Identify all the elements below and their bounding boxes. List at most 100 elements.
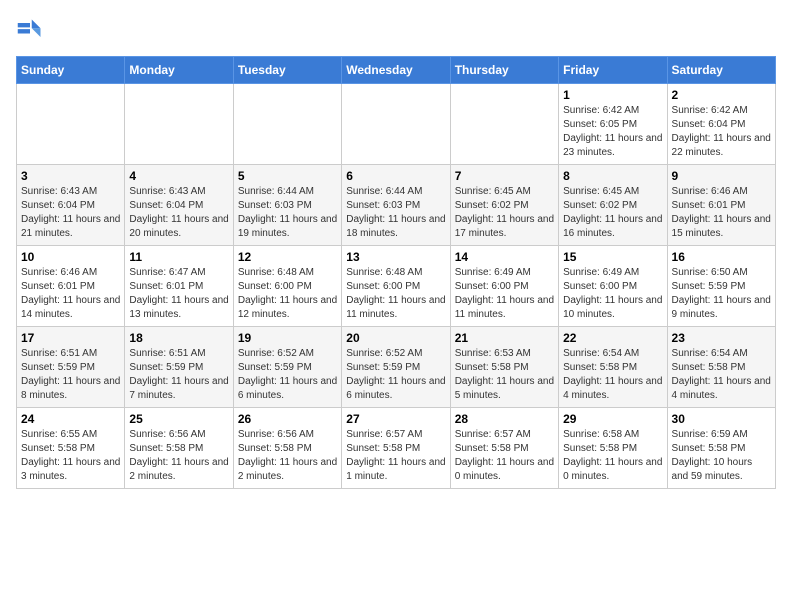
day-of-week-header: Sunday <box>17 57 125 84</box>
day-info: Sunrise: 6:43 AM Sunset: 6:04 PM Dayligh… <box>129 185 228 241</box>
day-number: 14 <box>455 250 554 264</box>
day-info: Sunrise: 6:59 AM Sunset: 5:58 PM Dayligh… <box>672 428 771 484</box>
calendar-cell: 10 Sunrise: 6:46 AM Sunset: 6:01 PM Dayli… <box>17 246 125 327</box>
calendar-cell: 11 Sunrise: 6:47 AM Sunset: 6:01 PM Dayli… <box>125 246 233 327</box>
day-number: 8 <box>563 169 662 183</box>
day-number: 22 <box>563 331 662 345</box>
day-number: 9 <box>672 169 771 183</box>
calendar-cell <box>342 84 450 165</box>
day-number: 15 <box>563 250 662 264</box>
calendar-cell <box>450 84 558 165</box>
day-info: Sunrise: 6:46 AM Sunset: 6:01 PM Dayligh… <box>672 185 771 241</box>
day-info: Sunrise: 6:56 AM Sunset: 5:58 PM Dayligh… <box>238 428 337 484</box>
calendar-cell <box>233 84 341 165</box>
calendar-cell <box>125 84 233 165</box>
calendar-week-row: 1 Sunrise: 6:42 AM Sunset: 6:05 PM Daylig… <box>17 84 776 165</box>
day-number: 20 <box>346 331 445 345</box>
calendar-cell: 4 Sunrise: 6:43 AM Sunset: 6:04 PM Daylig… <box>125 165 233 246</box>
calendar-cell: 1 Sunrise: 6:42 AM Sunset: 6:05 PM Daylig… <box>559 84 667 165</box>
day-info: Sunrise: 6:57 AM Sunset: 5:58 PM Dayligh… <box>455 428 554 484</box>
calendar-cell: 29 Sunrise: 6:58 AM Sunset: 5:58 PM Dayli… <box>559 408 667 489</box>
day-info: Sunrise: 6:52 AM Sunset: 5:59 PM Dayligh… <box>238 347 337 403</box>
day-number: 19 <box>238 331 337 345</box>
calendar-cell: 26 Sunrise: 6:56 AM Sunset: 5:58 PM Dayli… <box>233 408 341 489</box>
day-info: Sunrise: 6:46 AM Sunset: 6:01 PM Dayligh… <box>21 266 120 322</box>
day-info: Sunrise: 6:42 AM Sunset: 6:05 PM Dayligh… <box>563 104 662 160</box>
day-number: 10 <box>21 250 120 264</box>
day-info: Sunrise: 6:53 AM Sunset: 5:58 PM Dayligh… <box>455 347 554 403</box>
calendar-cell: 15 Sunrise: 6:49 AM Sunset: 6:00 PM Dayli… <box>559 246 667 327</box>
day-number: 30 <box>672 412 771 426</box>
day-info: Sunrise: 6:47 AM Sunset: 6:01 PM Dayligh… <box>129 266 228 322</box>
logo <box>16 16 48 44</box>
calendar-cell: 21 Sunrise: 6:53 AM Sunset: 5:58 PM Dayli… <box>450 327 558 408</box>
day-number: 3 <box>21 169 120 183</box>
day-info: Sunrise: 6:42 AM Sunset: 6:04 PM Dayligh… <box>672 104 771 160</box>
day-info: Sunrise: 6:49 AM Sunset: 6:00 PM Dayligh… <box>563 266 662 322</box>
calendar-cell: 6 Sunrise: 6:44 AM Sunset: 6:03 PM Daylig… <box>342 165 450 246</box>
day-number: 6 <box>346 169 445 183</box>
day-number: 1 <box>563 88 662 102</box>
day-info: Sunrise: 6:44 AM Sunset: 6:03 PM Dayligh… <box>238 185 337 241</box>
calendar-cell: 5 Sunrise: 6:44 AM Sunset: 6:03 PM Daylig… <box>233 165 341 246</box>
day-info: Sunrise: 6:45 AM Sunset: 6:02 PM Dayligh… <box>563 185 662 241</box>
day-of-week-header: Monday <box>125 57 233 84</box>
day-of-week-header: Tuesday <box>233 57 341 84</box>
day-number: 4 <box>129 169 228 183</box>
day-info: Sunrise: 6:56 AM Sunset: 5:58 PM Dayligh… <box>129 428 228 484</box>
day-of-week-header: Saturday <box>667 57 775 84</box>
day-of-week-header: Wednesday <box>342 57 450 84</box>
day-of-week-header: Friday <box>559 57 667 84</box>
calendar-cell: 2 Sunrise: 6:42 AM Sunset: 6:04 PM Daylig… <box>667 84 775 165</box>
day-number: 21 <box>455 331 554 345</box>
calendar-header-row: SundayMondayTuesdayWednesdayThursdayFrid… <box>17 57 776 84</box>
day-info: Sunrise: 6:48 AM Sunset: 6:00 PM Dayligh… <box>346 266 445 322</box>
day-info: Sunrise: 6:49 AM Sunset: 6:00 PM Dayligh… <box>455 266 554 322</box>
day-info: Sunrise: 6:54 AM Sunset: 5:58 PM Dayligh… <box>563 347 662 403</box>
day-info: Sunrise: 6:51 AM Sunset: 5:59 PM Dayligh… <box>21 347 120 403</box>
day-number: 18 <box>129 331 228 345</box>
day-info: Sunrise: 6:50 AM Sunset: 5:59 PM Dayligh… <box>672 266 771 322</box>
day-info: Sunrise: 6:51 AM Sunset: 5:59 PM Dayligh… <box>129 347 228 403</box>
calendar-week-row: 17 Sunrise: 6:51 AM Sunset: 5:59 PM Dayli… <box>17 327 776 408</box>
day-of-week-header: Thursday <box>450 57 558 84</box>
calendar-cell: 22 Sunrise: 6:54 AM Sunset: 5:58 PM Dayli… <box>559 327 667 408</box>
day-number: 2 <box>672 88 771 102</box>
day-number: 26 <box>238 412 337 426</box>
day-number: 24 <box>21 412 120 426</box>
calendar-cell: 28 Sunrise: 6:57 AM Sunset: 5:58 PM Dayli… <box>450 408 558 489</box>
calendar-cell: 9 Sunrise: 6:46 AM Sunset: 6:01 PM Daylig… <box>667 165 775 246</box>
day-info: Sunrise: 6:55 AM Sunset: 5:58 PM Dayligh… <box>21 428 120 484</box>
day-info: Sunrise: 6:48 AM Sunset: 6:00 PM Dayligh… <box>238 266 337 322</box>
day-number: 23 <box>672 331 771 345</box>
calendar-week-row: 3 Sunrise: 6:43 AM Sunset: 6:04 PM Daylig… <box>17 165 776 246</box>
calendar-cell: 14 Sunrise: 6:49 AM Sunset: 6:00 PM Dayli… <box>450 246 558 327</box>
calendar-cell: 16 Sunrise: 6:50 AM Sunset: 5:59 PM Dayli… <box>667 246 775 327</box>
calendar-cell: 13Sunrise: 6:48 AM Sunset: 6:00 PM Dayli… <box>342 246 450 327</box>
calendar-cell: 19 Sunrise: 6:52 AM Sunset: 5:59 PM Dayli… <box>233 327 341 408</box>
logo-icon <box>16 16 44 44</box>
calendar-cell: 27Sunrise: 6:57 AM Sunset: 5:58 PM Dayli… <box>342 408 450 489</box>
day-number: 5 <box>238 169 337 183</box>
day-number: 7 <box>455 169 554 183</box>
day-number: 28 <box>455 412 554 426</box>
calendar-cell: 17 Sunrise: 6:51 AM Sunset: 5:59 PM Dayli… <box>17 327 125 408</box>
calendar-week-row: 24 Sunrise: 6:55 AM Sunset: 5:58 PM Dayli… <box>17 408 776 489</box>
day-info: Sunrise: 6:54 AM Sunset: 5:58 PM Dayligh… <box>672 347 771 403</box>
day-number: 11 <box>129 250 228 264</box>
day-info: Sunrise: 6:58 AM Sunset: 5:58 PM Dayligh… <box>563 428 662 484</box>
day-info: Sunrise: 6:57 AM Sunset: 5:58 PM Dayligh… <box>346 428 445 484</box>
day-number: 16 <box>672 250 771 264</box>
calendar-cell: 8 Sunrise: 6:45 AM Sunset: 6:02 PM Daylig… <box>559 165 667 246</box>
day-number: 17 <box>21 331 120 345</box>
day-info: Sunrise: 6:44 AM Sunset: 6:03 PM Dayligh… <box>346 185 445 241</box>
calendar-cell: 18 Sunrise: 6:51 AM Sunset: 5:59 PM Dayli… <box>125 327 233 408</box>
day-number: 29 <box>563 412 662 426</box>
calendar-cell: 23 Sunrise: 6:54 AM Sunset: 5:58 PM Dayli… <box>667 327 775 408</box>
day-info: Sunrise: 6:52 AM Sunset: 5:59 PM Dayligh… <box>346 347 445 403</box>
calendar-week-row: 10 Sunrise: 6:46 AM Sunset: 6:01 PM Dayli… <box>17 246 776 327</box>
calendar-cell: 24 Sunrise: 6:55 AM Sunset: 5:58 PM Dayli… <box>17 408 125 489</box>
day-info: Sunrise: 6:45 AM Sunset: 6:02 PM Dayligh… <box>455 185 554 241</box>
calendar-cell: 7 Sunrise: 6:45 AM Sunset: 6:02 PM Daylig… <box>450 165 558 246</box>
calendar-cell: 12Sunrise: 6:48 AM Sunset: 6:00 PM Dayli… <box>233 246 341 327</box>
